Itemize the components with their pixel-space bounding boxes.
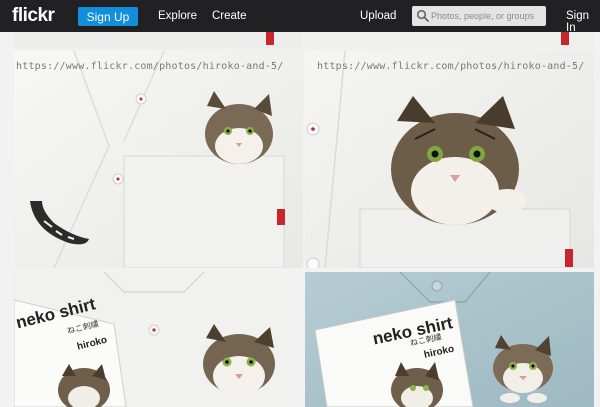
nav-create-link[interactable]: Create: [212, 10, 247, 22]
photo-tile-1[interactable]: https://www.flickr.com/photos/hiroko-and…: [14, 51, 303, 268]
search-box[interactable]: [412, 6, 546, 26]
sign-in-link[interactable]: Sign In: [566, 10, 600, 34]
photo-tile-2[interactable]: https://www.flickr.com/photos/hiroko-and…: [305, 51, 594, 268]
nav-upload-link[interactable]: Upload: [360, 10, 396, 22]
flickr-logo[interactable]: flickr: [12, 5, 55, 27]
photo-tile-3[interactable]: neko shirt ねこ刺繍 hiroko: [14, 272, 303, 407]
photo-image: [14, 272, 303, 407]
top-navigation-bar: flickr Sign Up Explore Create Upload Sig…: [0, 0, 600, 34]
photo-image: [14, 32, 303, 49]
photo-image: [14, 51, 303, 268]
photo-tile-4[interactable]: neko shirt ねこ刺繍 hiroko: [305, 272, 594, 407]
photo-tile-partial-left[interactable]: [14, 32, 303, 49]
search-input[interactable]: [431, 8, 543, 24]
photo-image: [305, 272, 594, 407]
photo-watermark: https://www.flickr.com/photos/hiroko-and…: [16, 61, 284, 72]
search-icon: [416, 9, 429, 22]
photo-tile-partial-right[interactable]: [305, 32, 594, 49]
nav-explore-link[interactable]: Explore: [158, 10, 197, 22]
photo-watermark: https://www.flickr.com/photos/hiroko-and…: [317, 61, 585, 72]
sign-up-button[interactable]: Sign Up: [78, 7, 138, 26]
photo-image: [305, 32, 594, 49]
photo-image: [305, 51, 594, 268]
